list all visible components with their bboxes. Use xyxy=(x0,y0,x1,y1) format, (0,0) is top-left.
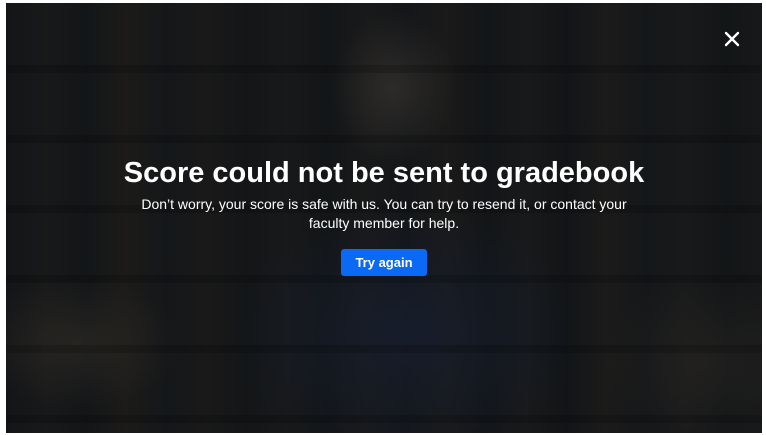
close-icon xyxy=(720,27,744,51)
close-button[interactable] xyxy=(720,27,744,51)
error-title: Score could not be sent to gradebook xyxy=(123,157,645,189)
error-description: Don’t worry, your score is safe with us.… xyxy=(141,196,627,231)
try-again-button[interactable]: Try again xyxy=(341,249,427,276)
video-player-frame: Score could not be sent to gradebook Don… xyxy=(6,3,762,433)
error-message-panel: Score could not be sent to gradebook Don… xyxy=(6,155,762,276)
